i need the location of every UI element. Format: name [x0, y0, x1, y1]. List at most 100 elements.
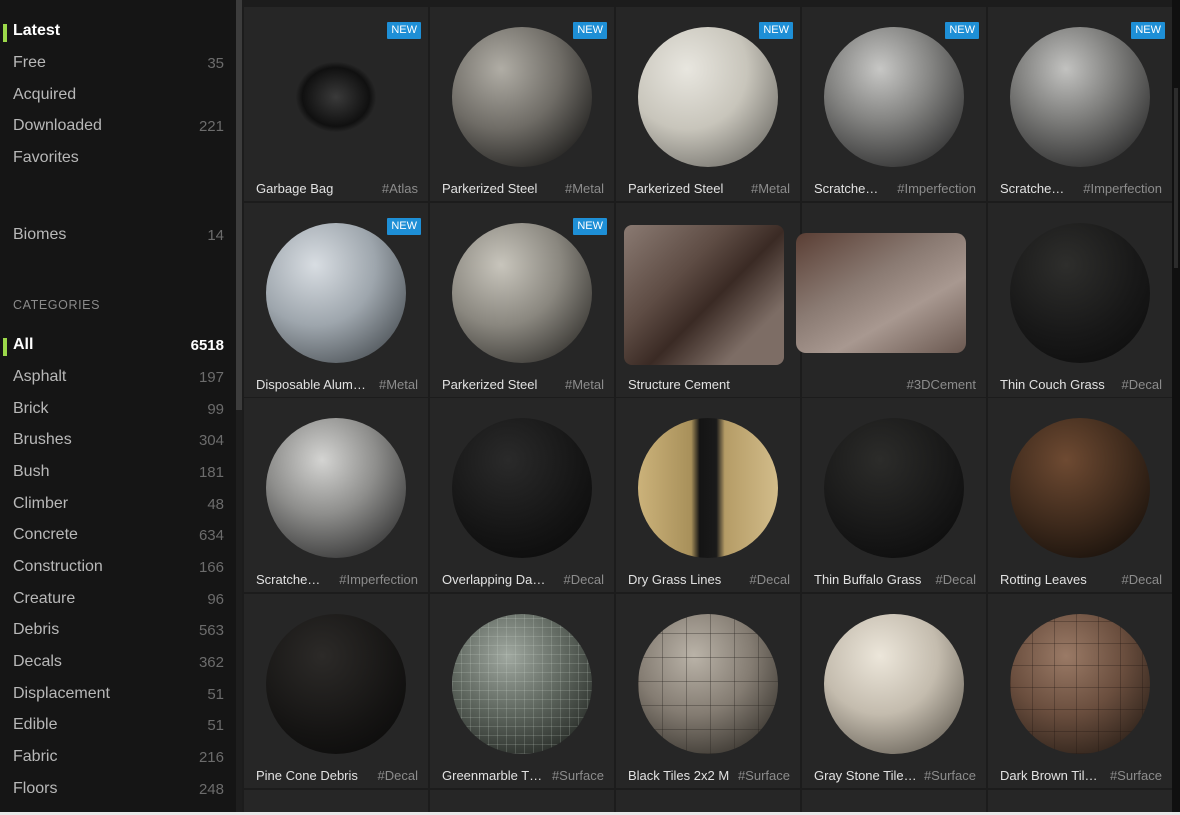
asset-card[interactable]: Gray Stone Tile… #Surface: [802, 594, 986, 788]
asset-thumbnail: [1010, 614, 1150, 754]
category-label: Asphalt: [13, 368, 67, 385]
asset-card[interactable]: #3DCement: [796, 203, 986, 397]
asset-name: Parkerized Steel: [442, 181, 538, 196]
category-floors[interactable]: Floors 248: [0, 775, 236, 805]
asset-tag[interactable]: #Decal: [750, 572, 790, 587]
asset-tag[interactable]: #Imperfection: [897, 181, 976, 196]
category-count: 166: [198, 559, 224, 576]
category-label: Decals: [13, 653, 62, 670]
category-count: 563: [198, 622, 224, 639]
asset-card[interactable]: Structure Cement: [616, 203, 800, 397]
asset-thumbnail: [266, 418, 406, 558]
new-badge: NEW: [1131, 22, 1165, 39]
asset-tag[interactable]: #Decal: [1122, 377, 1162, 392]
sidebar-item-count: 35: [207, 55, 224, 72]
category-count: 48: [207, 496, 224, 513]
asset-card[interactable]: NEW Scratche… #Imperfection: [802, 7, 986, 201]
category-decals[interactable]: Decals 362: [0, 648, 236, 678]
asset-tag[interactable]: #Imperfection: [339, 572, 418, 587]
asset-card[interactable]: NEW Scratche… #Imperfection: [988, 7, 1172, 201]
asset-tag[interactable]: #Decal: [936, 572, 976, 587]
asset-thumbnail: [266, 27, 406, 167]
category-label: Concrete: [13, 526, 78, 543]
sidebar-item-label: Favorites: [13, 149, 79, 166]
asset-card[interactable]: Dark Brown Til… #Surface: [988, 594, 1172, 788]
asset-tag[interactable]: #Metal: [565, 181, 604, 196]
asset-card[interactable]: Scratche… #Imperfection: [244, 398, 428, 592]
asset-thumbnail: [638, 27, 778, 167]
asset-tag[interactable]: #Metal: [751, 181, 790, 196]
asset-tag[interactable]: #Metal: [565, 377, 604, 392]
category-label: All: [13, 336, 34, 353]
category-all[interactable]: All 6518: [0, 331, 236, 361]
category-count: 51: [207, 717, 224, 734]
category-brick[interactable]: Brick 99: [0, 395, 236, 425]
category-count: 181: [198, 464, 224, 481]
category-label: Brick: [13, 400, 49, 417]
category-count: 197: [198, 369, 224, 386]
sidebar-item-biomes[interactable]: Biomes 14: [0, 221, 236, 251]
category-brushes[interactable]: Brushes 304: [0, 426, 236, 456]
asset-tag[interactable]: #Surface: [924, 768, 976, 783]
category-count: 248: [198, 781, 224, 798]
asset-card[interactable]: Thin Couch Grass #Decal: [988, 203, 1172, 397]
asset-card[interactable]: NEW Garbage Bag #Atlas: [244, 7, 428, 201]
category-edible[interactable]: Edible 51: [0, 711, 236, 741]
sidebar-item-label: Biomes: [13, 226, 67, 243]
sidebar-item-label: Free: [13, 54, 46, 71]
sidebar-item-favorites[interactable]: Favorites: [0, 144, 236, 174]
sidebar-item-label: Acquired: [13, 86, 77, 103]
category-climber[interactable]: Climber 48: [0, 490, 236, 520]
asset-card[interactable]: NEW Parkerized Steel #Metal: [616, 7, 800, 201]
category-count: 51: [207, 686, 224, 703]
sidebar-item-acquired[interactable]: Acquired: [0, 81, 236, 111]
asset-card[interactable]: Rotting Leaves #Decal: [988, 398, 1172, 592]
asset-tag[interactable]: #Surface: [1110, 768, 1162, 783]
asset-name: Overlapping Da…: [442, 572, 546, 587]
asset-name: Garbage Bag: [256, 181, 334, 196]
asset-tag[interactable]: #3DCement: [907, 377, 976, 392]
asset-card[interactable]: Overlapping Da… #Decal: [430, 398, 614, 592]
asset-tag[interactable]: #Surface: [738, 768, 790, 783]
asset-tag[interactable]: #Decal: [564, 572, 604, 587]
active-indicator: [3, 338, 7, 356]
asset-tag[interactable]: #Decal: [378, 768, 418, 783]
sidebar-item-latest[interactable]: Latest: [0, 17, 236, 47]
asset-tag[interactable]: #Atlas: [382, 181, 418, 196]
category-label: Construction: [13, 558, 103, 575]
category-construction[interactable]: Construction 166: [0, 553, 236, 583]
asset-card[interactable]: Greenmarble T… #Surface: [430, 594, 614, 788]
asset-name: Thin Couch Grass: [1000, 377, 1105, 392]
category-asphalt[interactable]: Asphalt 197: [0, 363, 236, 393]
asset-tag[interactable]: #Imperfection: [1083, 181, 1162, 196]
asset-name: Dry Grass Lines: [628, 572, 722, 587]
category-count: 96: [207, 591, 224, 608]
sidebar-item-downloaded[interactable]: Downloaded 221: [0, 112, 236, 142]
asset-name: Disposable Alum…: [256, 377, 366, 392]
category-fabric[interactable]: Fabric 216: [0, 743, 236, 773]
asset-tag[interactable]: #Surface: [552, 768, 604, 783]
asset-card[interactable]: Pine Cone Debris #Decal: [244, 594, 428, 788]
category-creature[interactable]: Creature 96: [0, 585, 236, 615]
asset-tag[interactable]: #Metal: [379, 377, 418, 392]
asset-card[interactable]: NEW Parkerized Steel #Metal: [430, 7, 614, 201]
category-count: 216: [198, 749, 224, 766]
asset-name: Gray Stone Tile…: [814, 768, 917, 783]
asset-card[interactable]: NEW Disposable Alum… #Metal: [244, 203, 428, 397]
asset-card[interactable]: NEW Parkerized Steel #Metal: [430, 203, 614, 397]
category-displacement[interactable]: Displacement 51: [0, 680, 236, 710]
asset-card[interactable]: Black Tiles 2x2 M #Surface: [616, 594, 800, 788]
new-badge: NEW: [387, 218, 421, 235]
category-label: Debris: [13, 621, 60, 638]
asset-name: Rotting Leaves: [1000, 572, 1087, 587]
asset-card[interactable]: Dry Grass Lines #Decal: [616, 398, 800, 592]
asset-tag[interactable]: #Decal: [1122, 572, 1162, 587]
category-bush[interactable]: Bush 181: [0, 458, 236, 488]
asset-card[interactable]: Thin Buffalo Grass #Decal: [802, 398, 986, 592]
sidebar-item-free[interactable]: Free 35: [0, 49, 236, 79]
main-scrollbar-thumb[interactable]: [1174, 88, 1178, 268]
asset-name: Pine Cone Debris: [256, 768, 358, 783]
category-debris[interactable]: Debris 563: [0, 616, 236, 646]
asset-name: Scratche…: [256, 572, 321, 587]
category-concrete[interactable]: Concrete 634: [0, 521, 236, 551]
